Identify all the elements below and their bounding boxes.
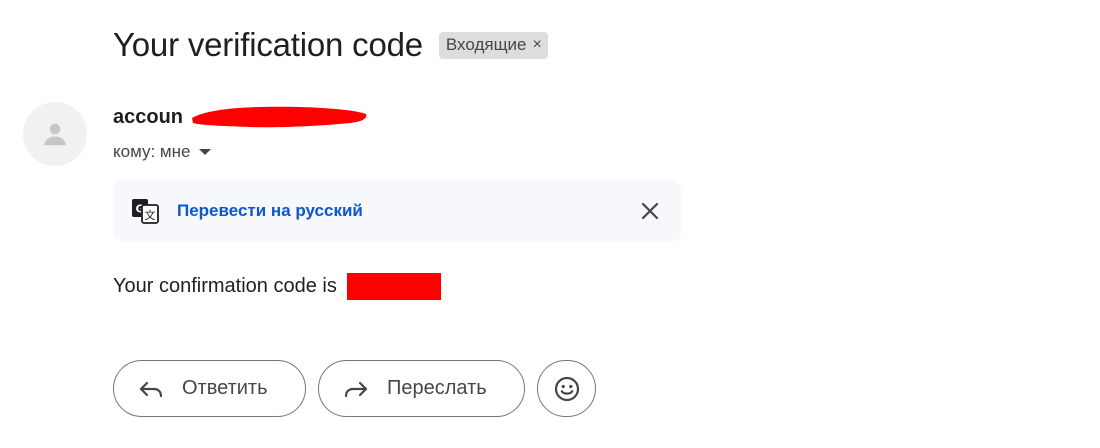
- caret-down-icon: [199, 149, 212, 155]
- sender-name[interactable]: accoun: [113, 106, 183, 129]
- avatar[interactable]: [23, 102, 87, 166]
- label-chip-text: Входящие: [445, 35, 527, 54]
- translate-bar: G 文 Перевести на русский: [113, 180, 681, 242]
- emoji-smile-icon: [554, 376, 579, 401]
- reply-button[interactable]: Ответить: [113, 360, 306, 417]
- label-chip-inbox[interactable]: Входящие ×: [438, 31, 548, 59]
- translate-link[interactable]: Перевести на русский: [177, 201, 363, 221]
- person-icon: [44, 123, 66, 146]
- translate-icon: G 文: [132, 199, 159, 224]
- label-remove-icon[interactable]: ×: [533, 36, 542, 54]
- sender-redaction: [192, 106, 367, 128]
- svg-text:文: 文: [145, 208, 156, 222]
- reply-arrow-icon: [139, 381, 163, 397]
- forward-button-label: Переслать: [387, 377, 487, 399]
- recipient-dropdown[interactable]: кому: мне: [113, 142, 212, 162]
- close-icon[interactable]: [639, 200, 661, 222]
- emoji-reaction-button[interactable]: [537, 360, 596, 417]
- email-body-text: Your confirmation code is: [113, 275, 337, 297]
- email-subject: Your verification code: [113, 26, 423, 63]
- code-redaction: [346, 273, 441, 300]
- recipient-text: кому: мне: [113, 142, 191, 161]
- email-body: Your confirmation code is: [113, 273, 441, 300]
- subject-row: Your verification code Входящие ×: [113, 26, 548, 64]
- forward-arrow-icon: [344, 381, 368, 397]
- reply-button-label: Ответить: [182, 377, 268, 399]
- forward-button[interactable]: Переслать: [318, 360, 525, 417]
